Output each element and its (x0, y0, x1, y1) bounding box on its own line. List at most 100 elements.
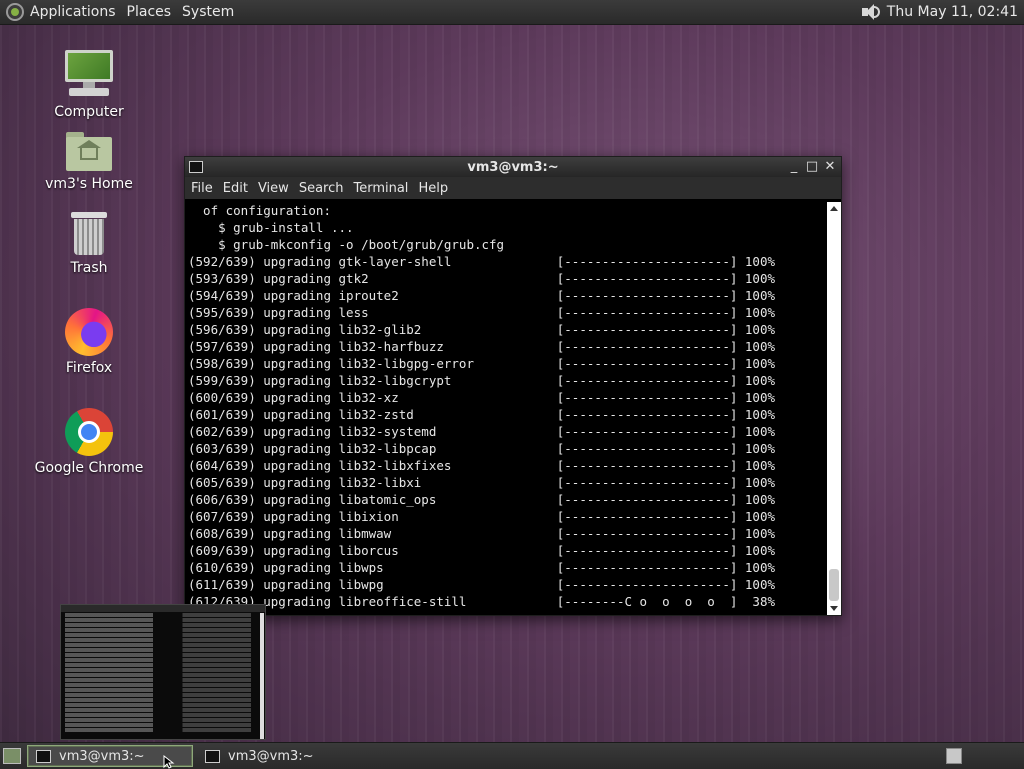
preview-line (65, 728, 261, 732)
desktop-icon-firefox[interactable]: Firefox (34, 308, 144, 376)
desktop-icon-chrome[interactable]: Google Chrome (34, 408, 144, 476)
firefox-icon (65, 308, 113, 356)
terminal-output[interactable]: of configuration: $ grub-install ... $ g… (185, 202, 827, 615)
window-menubar: File Edit View Search Terminal Help (185, 177, 841, 199)
preview-line (65, 618, 261, 622)
terminal-line: (603/639) upgrading lib32-libpcap [-----… (188, 441, 775, 456)
preview-line (65, 718, 261, 722)
terminal-line: (599/639) upgrading lib32-libgcrypt [---… (188, 373, 775, 388)
preview-line (65, 678, 261, 682)
mouse-pointer-icon (163, 755, 175, 769)
preview-line (65, 638, 261, 642)
preview-line (65, 643, 261, 647)
minimize-button[interactable]: _ (787, 160, 801, 174)
desktop-icon-computer[interactable]: Computer (34, 50, 144, 120)
terminal-line: (600/639) upgrading lib32-xz [----------… (188, 390, 775, 405)
preview-line (65, 633, 261, 637)
menu-file[interactable]: File (189, 181, 219, 196)
clock[interactable]: Thu May 11, 02:41 (887, 4, 1018, 20)
terminal-icon[interactable] (189, 161, 203, 173)
desktop-icon-label: Firefox (65, 360, 113, 376)
desktop-icon-home[interactable]: vm3's Home (34, 132, 144, 192)
window-titlebar[interactable]: vm3@vm3:~ _ □ ✕ (185, 157, 841, 177)
volume-icon[interactable] (859, 3, 881, 21)
bottom-panel: vm3@vm3:~ vm3@vm3:~ (0, 742, 1024, 769)
terminal-line: (606/639) upgrading libatomic_ops [-----… (188, 492, 775, 507)
taskbar-item-label: vm3@vm3:~ (228, 748, 314, 764)
terminal-line: $ grub-mkconfig -o /boot/grub/grub.cfg (188, 237, 505, 252)
preview-line (65, 708, 261, 712)
terminal-icon (36, 749, 51, 763)
taskbar-item-label: vm3@vm3:~ (59, 748, 145, 764)
scroll-down-icon[interactable] (830, 606, 838, 611)
computer-icon (65, 50, 113, 100)
desktop-icon-label: Trash (70, 260, 108, 276)
terminal-line: (598/639) upgrading lib32-libgpg-error [… (188, 356, 775, 371)
terminal-line: (593/639) upgrading gtk2 [--------------… (188, 271, 775, 286)
terminal-line: (602/639) upgrading lib32-systemd [-----… (188, 424, 775, 439)
menu-search[interactable]: Search (297, 181, 350, 196)
preview-line (65, 703, 261, 707)
top-panel: Applications Places System Thu May 11, 0… (0, 0, 1024, 25)
maximize-button[interactable]: □ (805, 160, 819, 174)
preview-line (65, 653, 261, 657)
taskbar-item[interactable]: vm3@vm3:~ (197, 745, 363, 767)
terminal-line: (592/639) upgrading gtk-layer-shell [---… (188, 254, 775, 269)
terminal-line: (612/639) upgrading libreoffice-still [-… (188, 594, 775, 609)
terminal-line: of configuration: (188, 203, 331, 218)
window-title: vm3@vm3:~ (467, 159, 559, 175)
preview-line (65, 658, 261, 662)
menu-view[interactable]: View (256, 181, 295, 196)
terminal-line: (596/639) upgrading lib32-glib2 [-------… (188, 322, 775, 337)
scroll-thumb[interactable] (829, 569, 839, 601)
preview-line (65, 688, 261, 692)
system-menu[interactable]: System (182, 4, 241, 20)
terminal-line: (601/639) upgrading lib32-zstd [--------… (188, 407, 775, 422)
preview-line (65, 698, 261, 702)
terminal-icon (205, 749, 220, 763)
desktop-icon-label: vm3's Home (45, 176, 133, 192)
terminal-line: (611/639) upgrading libwpg [------------… (188, 577, 775, 592)
terminal-line: (594/639) upgrading iproute2 [----------… (188, 288, 775, 303)
terminal-line: (597/639) upgrading lib32-harfbuzz [----… (188, 339, 775, 354)
preview-menubar (61, 605, 265, 612)
preview-line (65, 613, 261, 617)
close-button[interactable]: ✕ (823, 160, 837, 174)
terminal-scrollbar[interactable] (827, 202, 841, 615)
window-preview-thumbnail[interactable] (60, 604, 266, 740)
terminal-line: (609/639) upgrading liborcus [----------… (188, 543, 775, 558)
menu-edit[interactable]: Edit (221, 181, 254, 196)
main-menu-icon[interactable] (6, 3, 24, 21)
home-folder-icon (66, 132, 112, 172)
preview-line (65, 673, 261, 677)
top-panel-tray: Thu May 11, 02:41 (859, 3, 1024, 21)
places-menu[interactable]: Places (127, 4, 179, 20)
preview-line (65, 628, 261, 632)
chrome-icon (65, 408, 113, 456)
preview-line (65, 713, 261, 717)
preview-line (65, 668, 261, 672)
preview-line (65, 623, 261, 627)
window-controls: _ □ ✕ (787, 160, 837, 174)
desktop-icon-label: Computer (54, 104, 124, 120)
terminal-line: (607/639) upgrading libixion [----------… (188, 509, 775, 524)
trash-icon (70, 212, 108, 256)
terminal-line: (605/639) upgrading lib32-libxi [-------… (188, 475, 775, 490)
preview-line (65, 723, 261, 727)
preview-line (65, 648, 261, 652)
workspace-switcher[interactable] (946, 748, 962, 764)
terminal-window[interactable]: vm3@vm3:~ _ □ ✕ File Edit View Search Te… (184, 156, 842, 616)
terminal-line: (595/639) upgrading less [--------------… (188, 305, 775, 320)
preview-line (65, 683, 261, 687)
preview-line (65, 663, 261, 667)
menu-help[interactable]: Help (416, 181, 454, 196)
scroll-up-icon[interactable] (830, 206, 838, 211)
desktop-icon-label: Google Chrome (34, 460, 144, 476)
terminal-line: $ grub-install ... (188, 220, 354, 235)
show-desktop-icon[interactable] (3, 748, 21, 764)
terminal-line: (608/639) upgrading libmwaw [-----------… (188, 526, 775, 541)
menu-terminal[interactable]: Terminal (351, 181, 414, 196)
applications-menu[interactable]: Applications (30, 4, 123, 20)
preview-line (65, 693, 261, 697)
desktop-icon-trash[interactable]: Trash (34, 212, 144, 276)
